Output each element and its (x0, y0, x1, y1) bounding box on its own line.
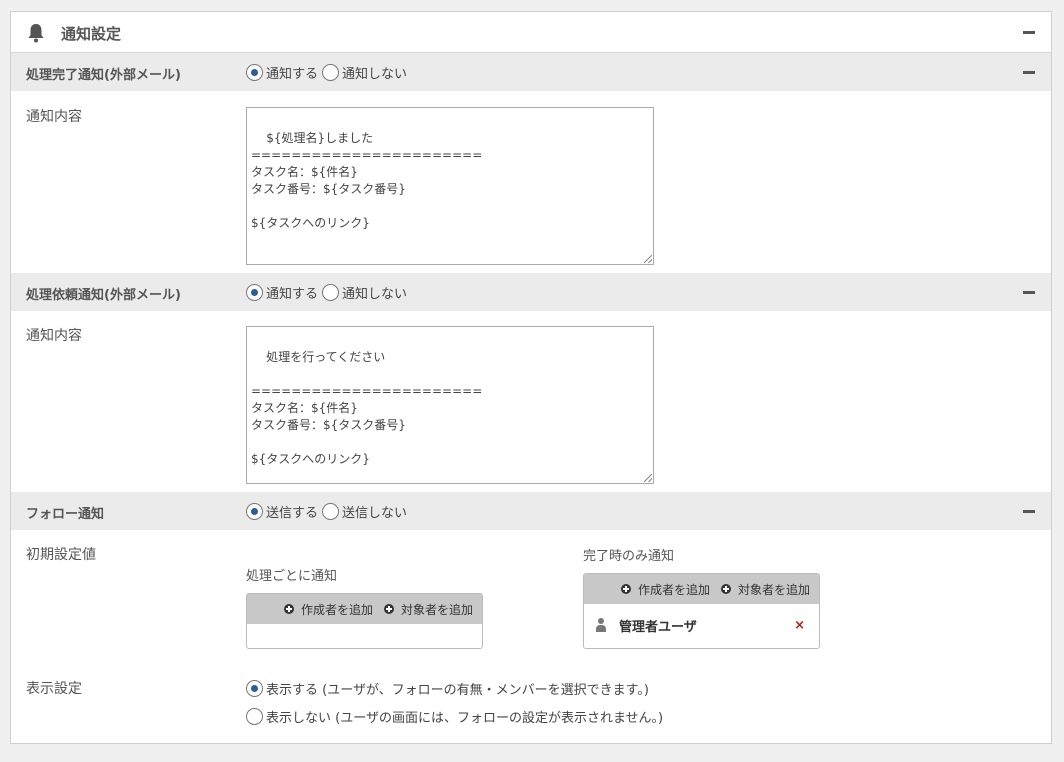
user-name: 管理者ユーザ (619, 620, 697, 635)
resize-grip-icon[interactable] (644, 255, 652, 263)
follow-notice-label: フォロー通知 (26, 507, 105, 522)
follow-notice-bar: フォロー通知 送信する 送信しない (11, 492, 1051, 530)
on-complete-notify-label: 完了時のみ通知 (583, 549, 675, 564)
per-process-add-target-button[interactable]: 対象者を追加 (383, 601, 473, 618)
completion-notify-on[interactable]: 通知する (246, 63, 318, 82)
request-notice-label: 処理依頼通知(外部メール) (26, 288, 181, 303)
bell-icon (28, 24, 44, 43)
radio-unchecked[interactable] (322, 64, 340, 81)
request-notify-off[interactable]: 通知しない (322, 283, 407, 302)
request-content-textarea[interactable]: 処理を行ってください ======================= タスク名：… (246, 326, 654, 484)
display-setting-label: 表示設定 (26, 681, 82, 697)
display-hide-option[interactable]: 表示しない (ユーザの画面には、フォローの設定が表示されません。) (246, 707, 663, 726)
on-complete-add-creator-button[interactable]: 作成者を追加 (620, 581, 710, 598)
plus-circle-icon (720, 584, 731, 594)
plus-circle-icon (283, 604, 294, 614)
display-show-option[interactable]: 表示する (ユーザが、フォローの有無・メンバーを選択できます。) (246, 679, 649, 698)
request-notice-bar: 処理依頼通知(外部メール) 通知する 通知しない (11, 273, 1051, 311)
completion-notice-bar: 処理完了通知(外部メール) 通知する 通知しない (11, 53, 1051, 91)
per-process-notify-label: 処理ごとに通知 (246, 569, 338, 584)
request-content-label: 通知内容 (26, 328, 82, 344)
completion-notice-label: 処理完了通知(外部メール) (26, 68, 181, 83)
completion-notice-collapse-button[interactable] (1023, 71, 1035, 74)
request-notice-collapse-button[interactable] (1023, 291, 1035, 294)
panel-collapse-button[interactable] (1023, 31, 1035, 34)
radio-checked[interactable] (246, 503, 263, 520)
follow-send-on[interactable]: 送信する (246, 502, 318, 521)
plus-circle-icon (383, 604, 394, 614)
completion-content-textarea[interactable]: ${処理名}しました ======================= タスク名：… (246, 107, 654, 265)
completion-notice-radio-group: 通知する 通知しない (246, 63, 411, 82)
radio-unchecked[interactable] (322, 284, 340, 301)
notification-settings-panel: 通知設定 処理完了通知(外部メール) 通知する 通知しない 通知内容 ${処理名… (10, 11, 1052, 744)
follow-notice-radio-group: 送信する 送信しない (246, 502, 411, 521)
completion-notify-off[interactable]: 通知しない (322, 63, 407, 82)
request-notice-radio-group: 通知する 通知しない (246, 283, 411, 302)
default-value-label: 初期設定値 (26, 547, 96, 563)
list-item: 管理者ユーザ × (584, 604, 819, 648)
on-complete-toolbar: 作成者を追加 対象者を追加 (584, 574, 819, 604)
request-notify-on[interactable]: 通知する (246, 283, 318, 302)
resize-grip-icon[interactable] (644, 474, 652, 482)
per-process-toolbar: 作成者を追加 対象者を追加 (247, 594, 482, 624)
completion-content-label: 通知内容 (26, 109, 82, 125)
panel-title: 通知設定 (61, 25, 122, 43)
per-process-add-creator-button[interactable]: 作成者を追加 (283, 601, 373, 618)
radio-checked[interactable] (246, 284, 263, 301)
follow-notice-collapse-button[interactable] (1023, 510, 1035, 513)
remove-user-button[interactable]: × (794, 618, 805, 633)
panel-header: 通知設定 (11, 12, 1051, 53)
user-icon (596, 618, 606, 632)
radio-unchecked[interactable] (246, 708, 263, 725)
on-complete-user-box: 作成者を追加 対象者を追加 管理者ユーザ × (583, 573, 820, 649)
radio-checked[interactable] (246, 680, 263, 697)
per-process-user-box: 作成者を追加 対象者を追加 (246, 593, 483, 649)
plus-circle-icon (620, 584, 631, 594)
follow-send-off[interactable]: 送信しない (322, 502, 407, 521)
on-complete-add-target-button[interactable]: 対象者を追加 (720, 581, 810, 598)
radio-checked[interactable] (246, 64, 263, 81)
radio-unchecked[interactable] (322, 503, 340, 520)
